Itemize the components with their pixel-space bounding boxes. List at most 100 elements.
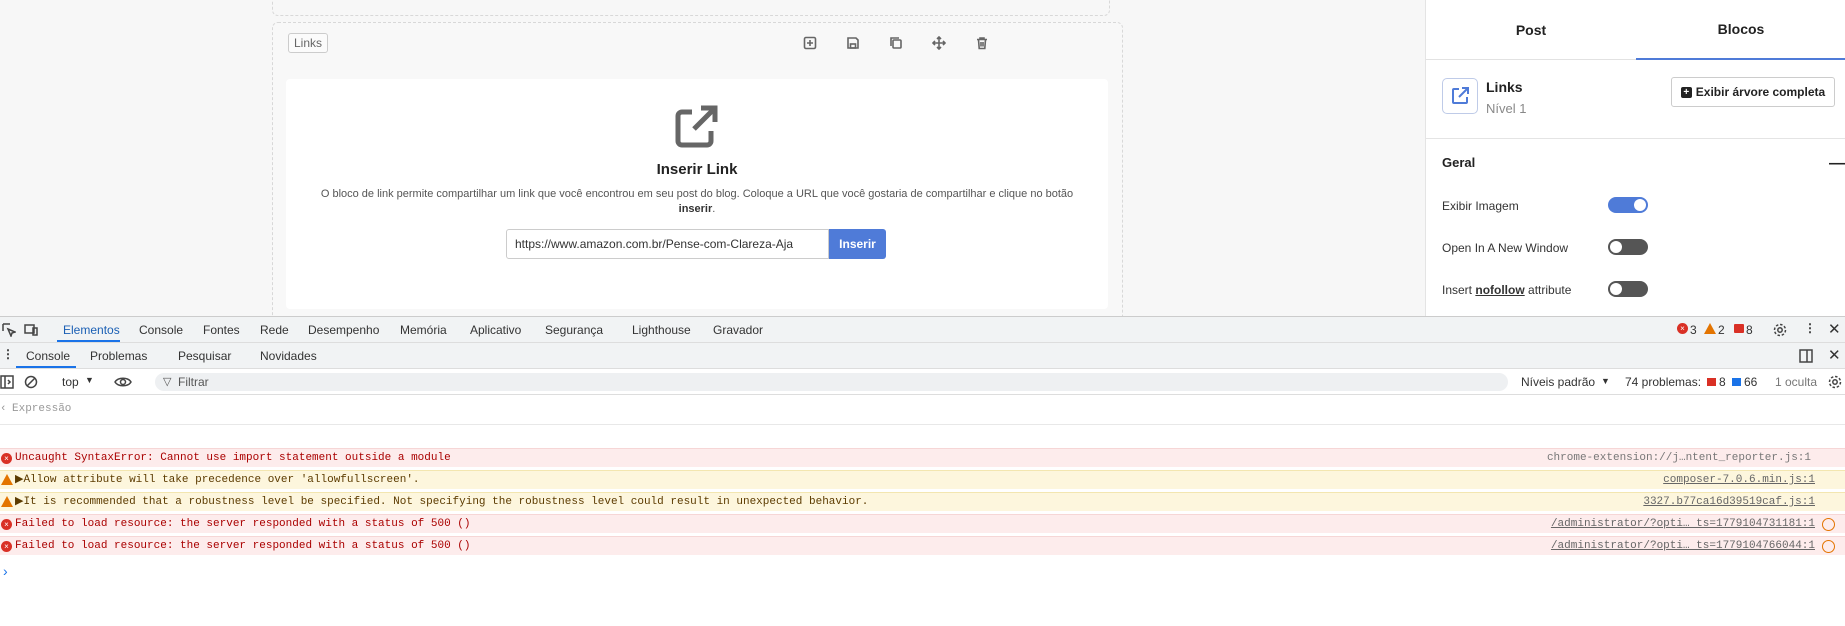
- tab-desempenho[interactable]: Desempenho: [308, 323, 379, 337]
- error-icon: ×: [1, 453, 12, 464]
- block-level: Nível 1: [1486, 101, 1527, 116]
- source-link[interactable]: /administrator/?opti… ts=1779104766044:1: [1551, 537, 1815, 556]
- settings-icon[interactable]: [1828, 375, 1842, 389]
- chevron-left-icon: ‹: [0, 403, 7, 415]
- option-label: Insert nofollow attribute: [1442, 283, 1572, 297]
- sidebar-toggle-icon[interactable]: [0, 375, 14, 389]
- problems-error-count: 8: [1719, 375, 1726, 389]
- source-link[interactable]: 3327.b77ca16d39519caf.js:1: [1643, 493, 1815, 512]
- external-link-icon: [675, 105, 718, 148]
- active-drawer-tab-indicator: [16, 366, 76, 368]
- levels-dropdown[interactable]: Níveis padrão: [1521, 375, 1595, 389]
- nofollow-toggle[interactable]: [1608, 281, 1648, 297]
- link-insert-area: Inserir Link O bloco de link permite com…: [286, 79, 1108, 309]
- tab-post[interactable]: Post: [1426, 0, 1636, 60]
- devtools-main-tabs: Elementos Console Fontes Rede Desempenho…: [0, 317, 1845, 343]
- insert-button[interactable]: Inserir: [829, 229, 886, 259]
- tab-rede[interactable]: Rede: [260, 323, 289, 337]
- block-name: Links: [1486, 79, 1523, 95]
- tab-fontes[interactable]: Fontes: [203, 323, 240, 337]
- tab-seguranca[interactable]: Segurança: [545, 323, 603, 337]
- insert-link-description: O bloco de link permite compartilhar um …: [320, 188, 1074, 215]
- drawer-tab-console[interactable]: Console: [26, 349, 70, 363]
- info-icon: [1732, 378, 1741, 386]
- eye-icon[interactable]: [114, 375, 132, 389]
- clear-console-icon[interactable]: [24, 375, 38, 389]
- error-icon: ×: [1, 519, 12, 530]
- tab-lighthouse[interactable]: Lighthouse: [632, 323, 691, 337]
- inspect-icon[interactable]: [2, 323, 16, 337]
- expression-placeholder: Expressão: [12, 403, 72, 415]
- console-message[interactable]: ▶Allow attribute will take precedence ov…: [0, 470, 1845, 489]
- drawer-menu-icon[interactable]: ⋮: [2, 347, 14, 361]
- add-block-icon[interactable]: [799, 32, 821, 54]
- globe-icon: [1822, 540, 1835, 553]
- tab-elementos[interactable]: Elementos: [63, 323, 120, 337]
- insert-link-title: Inserir Link: [656, 161, 738, 178]
- globe-icon: [1822, 518, 1835, 531]
- option-label: Open In A New Window: [1442, 241, 1569, 255]
- settings-panel: Post Blocos Links Nível 1 + Exibir árvore…: [1425, 0, 1845, 316]
- move-block-icon[interactable]: [928, 32, 950, 54]
- error-count[interactable]: 3: [1690, 323, 1697, 337]
- filter-input[interactable]: ▽ Filtrar: [155, 373, 1508, 391]
- block-type-label: Links: [288, 33, 329, 53]
- option-label: Exibir Imagem: [1442, 199, 1519, 213]
- hidden-count: 1 oculta: [1775, 375, 1818, 389]
- tab-aplicativo[interactable]: Aplicativo: [470, 323, 521, 337]
- live-expression[interactable]: ‹ Expressão: [0, 395, 1845, 425]
- previous-block[interactable]: [272, 0, 1110, 16]
- error-icon: ×: [1, 541, 12, 552]
- new-window-toggle[interactable]: [1608, 239, 1648, 255]
- drawer-tab-novidades[interactable]: Novidades: [260, 349, 317, 363]
- warning-icon: [1704, 323, 1716, 334]
- gear-icon[interactable]: [1773, 323, 1787, 337]
- source-link[interactable]: chrome-extension://j…ntent_reporter.js:1: [1547, 449, 1811, 468]
- more-options-icon[interactable]: ⋮: [1804, 321, 1816, 335]
- warning-icon: [1, 496, 13, 507]
- console-toolbar: top ▼ ▽ Filtrar Níveis padrão ▼ 74 probl…: [0, 369, 1845, 395]
- issues-icon: [1734, 324, 1744, 333]
- context-selector[interactable]: top: [62, 375, 79, 389]
- device-toggle-icon[interactable]: [24, 323, 38, 337]
- issues-count[interactable]: 8: [1746, 323, 1753, 337]
- warning-icon: [1, 474, 13, 485]
- source-link[interactable]: composer-7.0.6.min.js:1: [1663, 471, 1815, 490]
- tab-memoria[interactable]: Memória: [400, 323, 447, 337]
- close-icon[interactable]: ✕: [1828, 320, 1841, 338]
- plus-icon: +: [1680, 86, 1692, 98]
- tab-gravador[interactable]: Gravador: [713, 323, 763, 337]
- url-input[interactable]: [506, 229, 829, 259]
- close-drawer-icon[interactable]: ✕: [1828, 346, 1841, 364]
- devtools: Elementos Console Fontes Rede Desempenho…: [0, 316, 1845, 626]
- console-message: × Failed to load resource: the server re…: [0, 536, 1845, 555]
- chevron-down-icon: ▼: [85, 375, 94, 385]
- save-block-icon[interactable]: [842, 32, 864, 54]
- drawer-tab-problemas[interactable]: Problemas: [90, 349, 147, 363]
- links-block[interactable]: Links Inserir Link O bloco de link permi…: [272, 22, 1123, 322]
- console-prompt-icon[interactable]: ›: [3, 563, 8, 579]
- delete-block-icon[interactable]: [971, 32, 993, 54]
- show-image-toggle[interactable]: [1608, 197, 1648, 213]
- issues-icon: [1707, 378, 1716, 386]
- editor-canvas: Links Inserir Link O bloco de link permi…: [0, 0, 1425, 322]
- console-message: × Failed to load resource: the server re…: [0, 514, 1845, 533]
- collapse-icon[interactable]: —: [1829, 155, 1845, 173]
- drawer-tab-pesquisar[interactable]: Pesquisar: [178, 349, 231, 363]
- problems-info-count: 66: [1744, 375, 1758, 389]
- problems-label[interactable]: 74 problemas:: [1625, 375, 1701, 389]
- dock-icon[interactable]: [1799, 349, 1813, 363]
- chevron-down-icon: ▼: [1601, 376, 1610, 386]
- duplicate-block-icon[interactable]: [885, 32, 907, 54]
- warning-count[interactable]: 2: [1718, 323, 1725, 337]
- console-message[interactable]: ▶It is recommended that a robustness lev…: [0, 492, 1845, 511]
- filter-icon: ▽: [163, 376, 172, 388]
- show-full-tree-button[interactable]: + Exibir árvore completa: [1671, 77, 1835, 107]
- console-message: × Uncaught SyntaxError: Cannot use impor…: [0, 448, 1845, 467]
- divider: [1426, 138, 1845, 139]
- tab-blocos[interactable]: Blocos: [1636, 0, 1845, 60]
- drawer-tabs: ⋮ Console Problemas Pesquisar Novidades …: [0, 343, 1845, 369]
- source-link[interactable]: /administrator/?opti… ts=1779104731181:1: [1551, 515, 1815, 534]
- external-link-icon: [1442, 78, 1478, 114]
- tab-console[interactable]: Console: [139, 323, 183, 337]
